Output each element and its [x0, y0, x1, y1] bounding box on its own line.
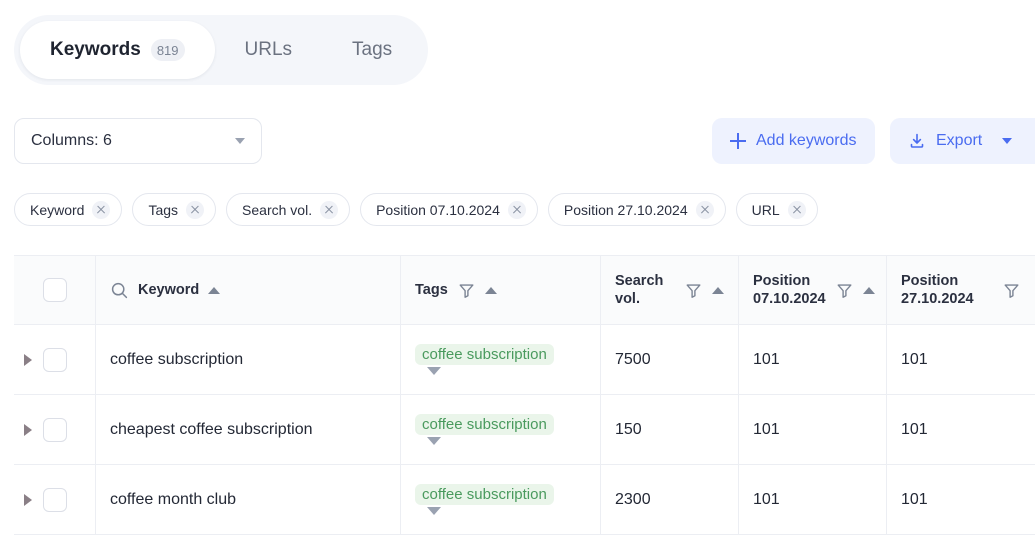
- close-icon[interactable]: [320, 200, 339, 219]
- download-icon: [910, 133, 924, 148]
- export-button[interactable]: Export: [890, 118, 1035, 164]
- chip-position-1[interactable]: Position 07.10.2024: [360, 193, 538, 226]
- header-tags[interactable]: Tags: [401, 256, 601, 324]
- table-row[interactable]: coffee month club coffee subscription 23…: [14, 465, 1035, 535]
- chip-search-vol[interactable]: Search vol.: [226, 193, 351, 226]
- cell-search-volume: 2300: [601, 465, 739, 534]
- tab-tags[interactable]: Tags: [322, 21, 422, 79]
- close-icon[interactable]: [92, 200, 111, 219]
- sort-ascending-icon[interactable]: [484, 286, 497, 294]
- sort-ascending-icon[interactable]: [208, 286, 221, 294]
- table-row[interactable]: cheapest coffee subscription coffee subs…: [14, 395, 1035, 465]
- header-tags-label: Tags: [415, 281, 448, 298]
- cell-keyword: coffee subscription: [96, 325, 401, 394]
- table-row[interactable]: coffee subscription coffee subscription …: [14, 325, 1035, 395]
- expand-row-icon[interactable]: [24, 493, 32, 506]
- chip-keyword-label: Keyword: [30, 201, 85, 218]
- chevron-down-icon: [235, 138, 245, 144]
- chip-url-label: URL: [751, 201, 780, 218]
- tag-pill[interactable]: coffee subscription: [415, 484, 554, 505]
- chip-search-vol-label: Search vol.: [242, 201, 313, 218]
- header-position-2[interactable]: Position 27.10.2024: [887, 256, 1035, 324]
- row-checkbox[interactable]: [42, 487, 67, 512]
- chip-position-1-label: Position 07.10.2024: [376, 201, 500, 218]
- expand-row-icon[interactable]: [24, 423, 32, 436]
- cell-position-2: 101: [901, 490, 928, 508]
- plus-icon: [730, 133, 746, 149]
- table-header-row: Keyword Tags Search vol. Position 07.10.…: [14, 256, 1035, 325]
- add-keywords-label: Add keywords: [756, 132, 857, 149]
- active-columns-chips: Keyword Tags Search vol. Position 07.10.…: [14, 193, 818, 226]
- cell-keyword: coffee month club: [96, 465, 401, 534]
- filter-icon[interactable]: [684, 281, 703, 300]
- chip-position-2[interactable]: Position 27.10.2024: [547, 193, 726, 226]
- header-keyword-label: Keyword: [138, 281, 200, 298]
- cell-position-2: 101: [901, 350, 928, 368]
- row-select-cell: [14, 465, 96, 534]
- sort-ascending-icon[interactable]: [712, 286, 724, 294]
- table-toolbar: Columns: 6 Add keywords Export: [0, 118, 1035, 164]
- header-position-1-label: Position 07.10.2024: [753, 272, 826, 307]
- close-icon[interactable]: [695, 200, 714, 219]
- chip-tags-label: Tags: [148, 201, 179, 218]
- tab-urls-label: URLs: [244, 39, 293, 60]
- tab-keywords-label: Keywords: [50, 39, 141, 60]
- export-label: Export: [936, 132, 983, 149]
- chip-position-2-label: Position 27.10.2024: [563, 201, 688, 218]
- header-position-1[interactable]: Position 07.10.2024: [739, 256, 887, 324]
- columns-dropdown[interactable]: Columns: 6: [14, 118, 262, 164]
- filter-icon[interactable]: [835, 281, 854, 300]
- tab-urls[interactable]: URLs: [215, 21, 323, 79]
- row-select-cell: [14, 325, 96, 394]
- cell-search-volume: 7500: [601, 325, 739, 394]
- chip-keyword[interactable]: Keyword: [14, 193, 123, 226]
- header-search-vol-label: Search vol.: [615, 272, 664, 307]
- cell-position-1: 101: [739, 465, 887, 534]
- tab-keywords-count: 819: [150, 39, 185, 61]
- tags-expand-icon[interactable]: [427, 507, 441, 515]
- expand-row-icon[interactable]: [24, 353, 32, 366]
- cell-tags: coffee subscription: [401, 465, 601, 534]
- row-checkbox[interactable]: [42, 417, 67, 442]
- close-icon[interactable]: [507, 200, 526, 219]
- header-select-all-cell: [14, 256, 96, 324]
- close-icon[interactable]: [787, 200, 806, 219]
- cell-search-volume: 150: [601, 395, 739, 464]
- cell-keyword: cheapest coffee subscription: [96, 395, 401, 464]
- row-select-cell: [14, 395, 96, 464]
- chip-tags[interactable]: Tags: [132, 193, 217, 226]
- select-all-checkbox[interactable]: [42, 278, 67, 302]
- tab-tags-label: Tags: [352, 39, 393, 60]
- sort-ascending-icon[interactable]: [862, 286, 875, 294]
- row-checkbox[interactable]: [42, 347, 67, 372]
- cell-position-1: 101: [739, 395, 887, 464]
- cell-tags: coffee subscription: [401, 325, 601, 394]
- view-tabs: Keywords 819 URLs Tags: [14, 15, 429, 85]
- header-keyword[interactable]: Keyword: [96, 256, 401, 324]
- header-position-2-label: Position 27.10.2024: [901, 272, 974, 307]
- chip-url[interactable]: URL: [735, 193, 818, 226]
- tag-pill[interactable]: coffee subscription: [415, 414, 554, 435]
- filter-icon[interactable]: [1002, 281, 1021, 300]
- keywords-table: Keyword Tags Search vol. Position 07.10.…: [14, 255, 1035, 535]
- tags-expand-icon[interactable]: [427, 437, 441, 445]
- tags-expand-icon[interactable]: [427, 367, 441, 375]
- cell-tags: coffee subscription: [401, 395, 601, 464]
- close-icon[interactable]: [186, 200, 205, 219]
- export-chevron-down-icon[interactable]: [1002, 138, 1013, 144]
- cell-position-2: 101: [901, 420, 928, 438]
- search-icon[interactable]: [110, 281, 129, 300]
- columns-dropdown-label: Columns: 6: [31, 132, 112, 149]
- tab-keywords[interactable]: Keywords 819: [20, 21, 215, 79]
- tag-pill[interactable]: coffee subscription: [415, 344, 554, 365]
- header-search-vol[interactable]: Search vol.: [601, 256, 739, 324]
- cell-position-1: 101: [739, 325, 887, 394]
- add-keywords-button[interactable]: Add keywords: [712, 118, 875, 164]
- filter-icon[interactable]: [457, 281, 476, 300]
